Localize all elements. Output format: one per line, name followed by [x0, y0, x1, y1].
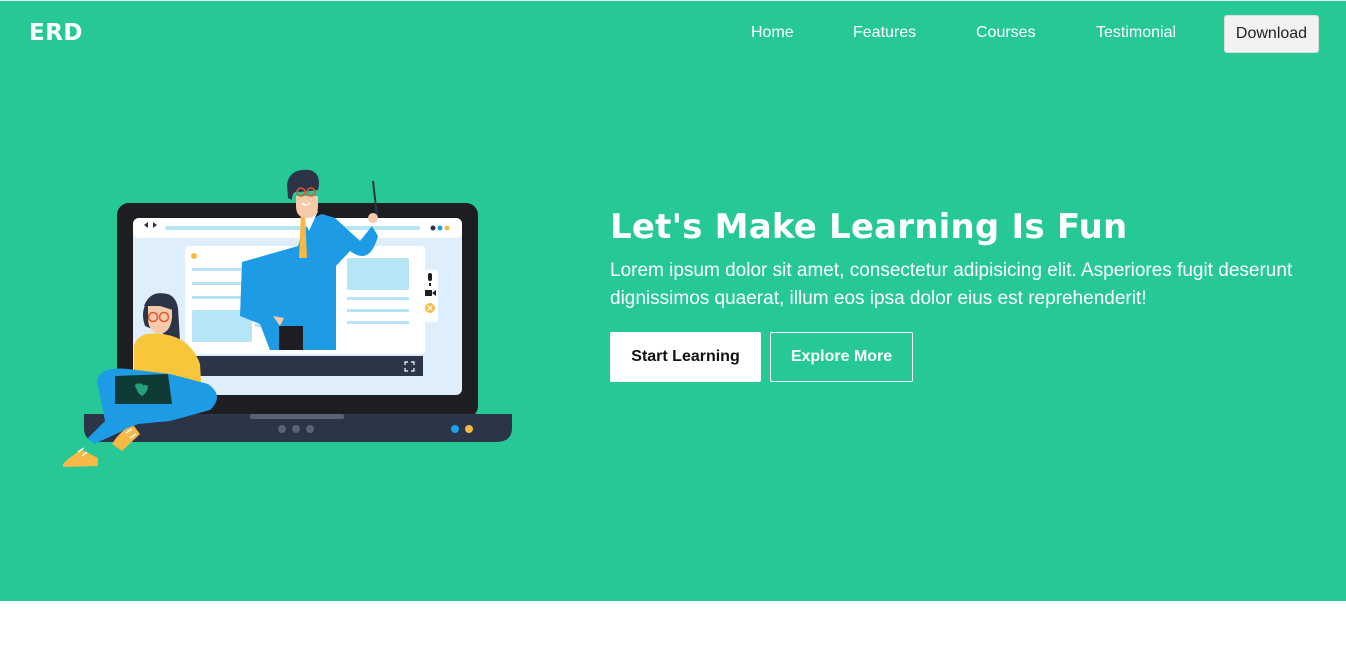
- hero-title: Let's Make Learning Is Fun: [610, 207, 1128, 247]
- hero-illustration: [63, 169, 512, 467]
- nav-link-courses[interactable]: Courses: [976, 24, 1036, 42]
- nav-link-home[interactable]: Home: [751, 24, 794, 42]
- start-learning-button[interactable]: Start Learning: [610, 332, 761, 382]
- explore-more-button[interactable]: Explore More: [770, 332, 913, 382]
- nav-link-testimonial[interactable]: Testimonial: [1096, 24, 1176, 42]
- download-button[interactable]: Download: [1224, 15, 1319, 53]
- hero-description: Lorem ipsum dolor sit amet, consectetur …: [610, 260, 1293, 309]
- close-circle-icon[interactable]: [425, 303, 435, 313]
- nav-link-features[interactable]: Features: [853, 24, 916, 42]
- hero-section: ERD Home Features Courses Testimonial Do…: [0, 0, 1346, 601]
- navbar: ERD Home Features Courses Testimonial Do…: [0, 1, 1346, 67]
- logo[interactable]: ERD: [29, 20, 83, 46]
